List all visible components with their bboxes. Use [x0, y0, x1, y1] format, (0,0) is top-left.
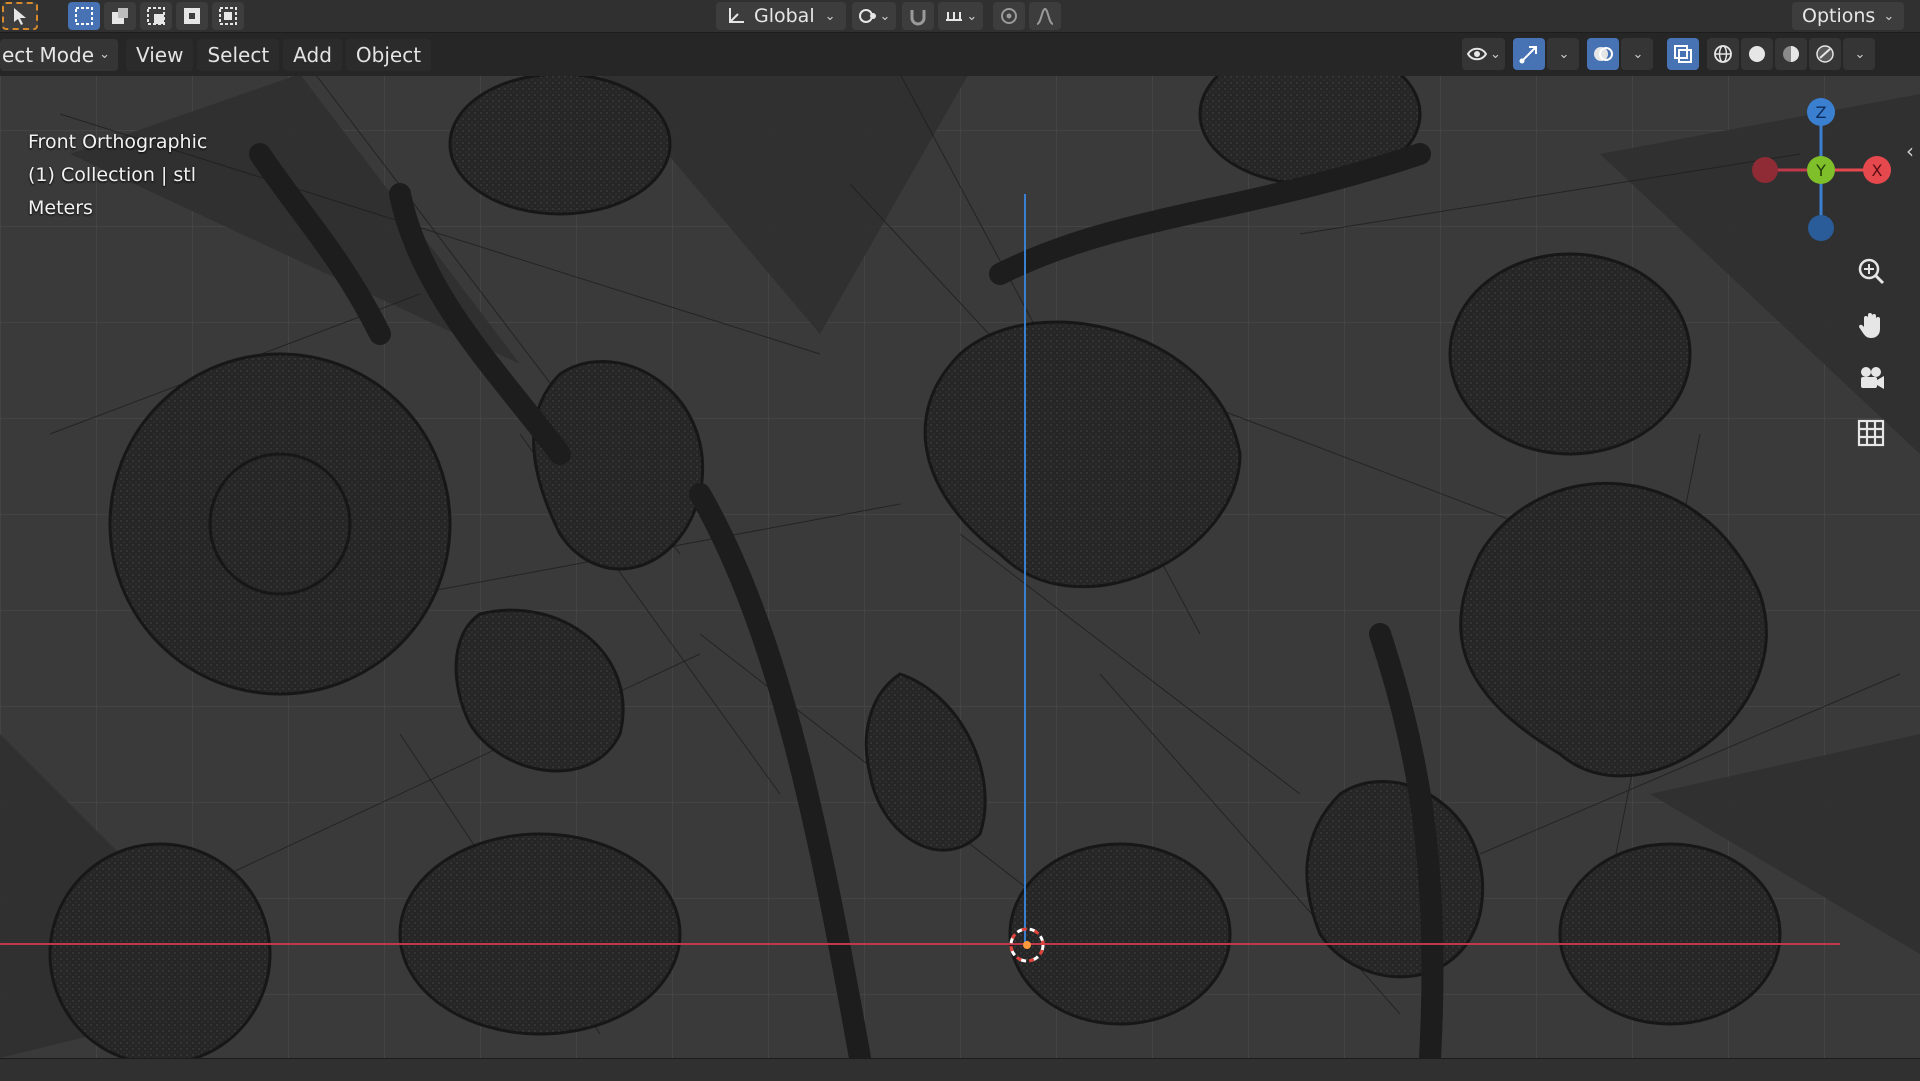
navigation-gizmo[interactable]: Z X Y — [1750, 98, 1910, 248]
svg-text:X: X — [1872, 161, 1883, 180]
select-box-new-icon[interactable] — [68, 2, 100, 30]
units-text: Meters — [28, 197, 93, 219]
shading-options-icon[interactable]: ⌄ — [1842, 38, 1875, 70]
mesh-wireframe — [0, 42, 1920, 1058]
options-dropdown[interactable]: Options ⌄ — [1792, 2, 1905, 30]
transform-orientation-dropdown[interactable]: Global ⌄ — [716, 2, 846, 30]
pivot-point-icon[interactable]: ⌄ — [851, 2, 897, 30]
options-label: Options — [1802, 5, 1876, 27]
falloff-icon[interactable] — [1029, 2, 1062, 30]
xray-toggle-icon[interactable] — [1666, 38, 1699, 70]
overlays-toggle-icon[interactable] — [1586, 38, 1619, 70]
menu-view[interactable]: View — [126, 38, 194, 71]
chevron-down-icon: ⌄ — [824, 8, 836, 24]
svg-text:Z: Z — [1816, 103, 1827, 122]
camera-view-icon[interactable] — [1850, 358, 1892, 400]
zoom-icon[interactable] — [1850, 250, 1892, 292]
neg-z-axis-handle[interactable] — [1808, 215, 1834, 241]
rendered-shading-icon[interactable] — [1808, 38, 1841, 70]
overlays-options-icon[interactable]: ⌄ — [1620, 38, 1653, 70]
chevron-down-icon: ⌄ — [1883, 8, 1895, 24]
orientation-label: Global — [754, 5, 815, 27]
orientation-axes-icon — [729, 8, 744, 23]
menu-select[interactable]: Select — [197, 38, 280, 71]
viewport-info: Front Orthographic (1) Collection | stl … — [28, 126, 207, 225]
3d-viewport[interactable]: Front Orthographic (1) Collection | stl … — [0, 34, 1920, 1058]
viewport-display-controls: ⌄ ⌄ ⌄ ⌄ — [1460, 37, 1875, 71]
mode-dropdown[interactable]: ect Mode ⌄ — [0, 38, 118, 71]
select-box-invert-icon[interactable] — [176, 2, 208, 30]
select-tool-icon[interactable] — [2, 2, 38, 30]
select-box-subtract-icon[interactable] — [140, 2, 172, 30]
gizmo-toggle-icon[interactable] — [1512, 38, 1545, 70]
menu-object[interactable]: Object — [345, 38, 432, 71]
snap-increment-icon[interactable]: ⌄ — [938, 2, 984, 30]
select-box-intersect-icon[interactable] — [212, 2, 244, 30]
view-name-text: Front Orthographic — [28, 131, 208, 153]
neg-x-axis-handle[interactable] — [1752, 157, 1778, 183]
solid-shading-icon[interactable] — [1740, 38, 1773, 70]
timeline-header — [0, 1058, 1920, 1081]
material-shading-icon[interactable] — [1774, 38, 1807, 70]
collection-text: (1) Collection | stl — [28, 164, 197, 186]
hand-pan-icon[interactable] — [1850, 304, 1892, 346]
gizmo-options-icon[interactable]: ⌄ — [1546, 38, 1579, 70]
svg-text:Y: Y — [1815, 161, 1826, 180]
proportional-edit-icon[interactable] — [993, 2, 1026, 30]
mode-label: ect Mode — [2, 42, 94, 67]
grid-view-icon[interactable] — [1850, 412, 1892, 454]
chevron-down-icon: ⌄ — [99, 47, 110, 62]
visibility-eye-icon[interactable]: ⌄ — [1462, 38, 1505, 70]
tool-header: Global ⌄ ⌄ ⌄ Options ⌄ — [0, 0, 1920, 33]
select-box-extend-icon[interactable] — [104, 2, 136, 30]
wireframe-shading-icon[interactable] — [1706, 38, 1739, 70]
menu-add[interactable]: Add — [283, 38, 342, 71]
snap-icon[interactable] — [902, 2, 935, 30]
